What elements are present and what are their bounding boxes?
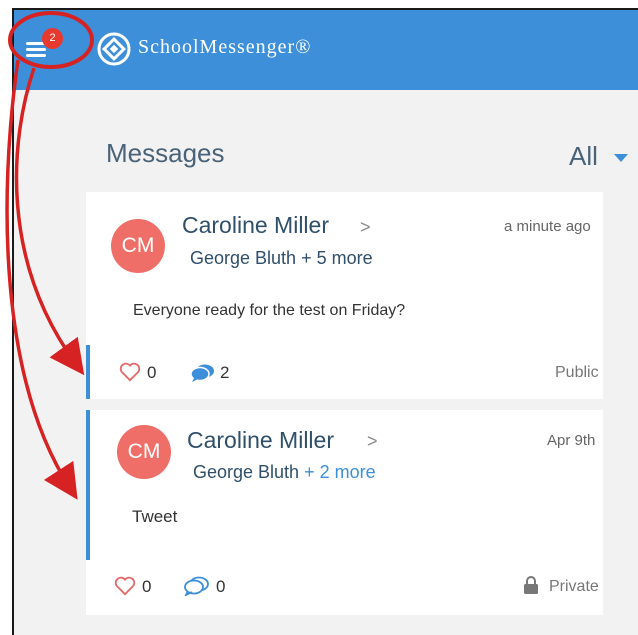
lock-icon xyxy=(524,576,538,594)
timestamp: Apr 9th xyxy=(547,432,596,449)
top-bar: 2 SchoolMessenger® xyxy=(14,10,638,90)
page-title: Messages xyxy=(106,138,225,168)
heart-icon[interactable] xyxy=(119,362,141,382)
message-card[interactable]: CM Caroline Miller > Apr 9th George Blut… xyxy=(86,410,603,615)
sender-name[interactable]: Caroline Miller xyxy=(182,212,329,239)
recipients[interactable]: George Bluth + 2 more xyxy=(193,462,376,483)
avatar: CM xyxy=(117,425,171,479)
comments-icon[interactable] xyxy=(190,363,216,383)
visibility-label: Public xyxy=(555,364,599,381)
visibility-label: Private xyxy=(549,578,599,595)
timestamp: a minute ago xyxy=(504,218,591,235)
more-recipients[interactable]: + 2 more xyxy=(304,462,376,482)
like-count: 0 xyxy=(142,577,152,596)
chevron-right-icon[interactable]: > xyxy=(360,217,371,238)
recipient-name: George Bluth xyxy=(193,462,300,482)
message-body: Tweet xyxy=(132,507,178,526)
caret-down-icon[interactable] xyxy=(614,154,628,162)
like-count: 0 xyxy=(147,363,157,382)
recipient-name: George Bluth xyxy=(190,248,297,268)
avatar: CM xyxy=(111,219,165,273)
heart-icon[interactable] xyxy=(114,576,136,596)
app-frame: 2 SchoolMessenger® Messages All CM Carol… xyxy=(12,8,638,635)
sender-name[interactable]: Caroline Miller xyxy=(187,427,334,454)
card-accent-bar xyxy=(86,410,90,560)
filter-dropdown[interactable]: All xyxy=(569,141,598,172)
recipients[interactable]: George Bluth + 5 more xyxy=(190,248,373,269)
schoolmessenger-logo-icon xyxy=(97,32,131,66)
chevron-right-icon[interactable]: > xyxy=(367,431,378,452)
more-recipients[interactable]: + 5 more xyxy=(301,248,373,268)
comment-count: 2 xyxy=(220,363,230,382)
message-card[interactable]: CM Caroline Miller > a minute ago George… xyxy=(86,192,603,399)
comments-outline-icon[interactable] xyxy=(184,576,210,596)
message-body: Everyone ready for the test on Friday? xyxy=(133,302,406,319)
comment-count: 0 xyxy=(216,577,226,596)
brand-name: SchoolMessenger® xyxy=(138,36,312,58)
notification-badge: 2 xyxy=(42,28,63,49)
card-accent-bar xyxy=(86,345,90,399)
